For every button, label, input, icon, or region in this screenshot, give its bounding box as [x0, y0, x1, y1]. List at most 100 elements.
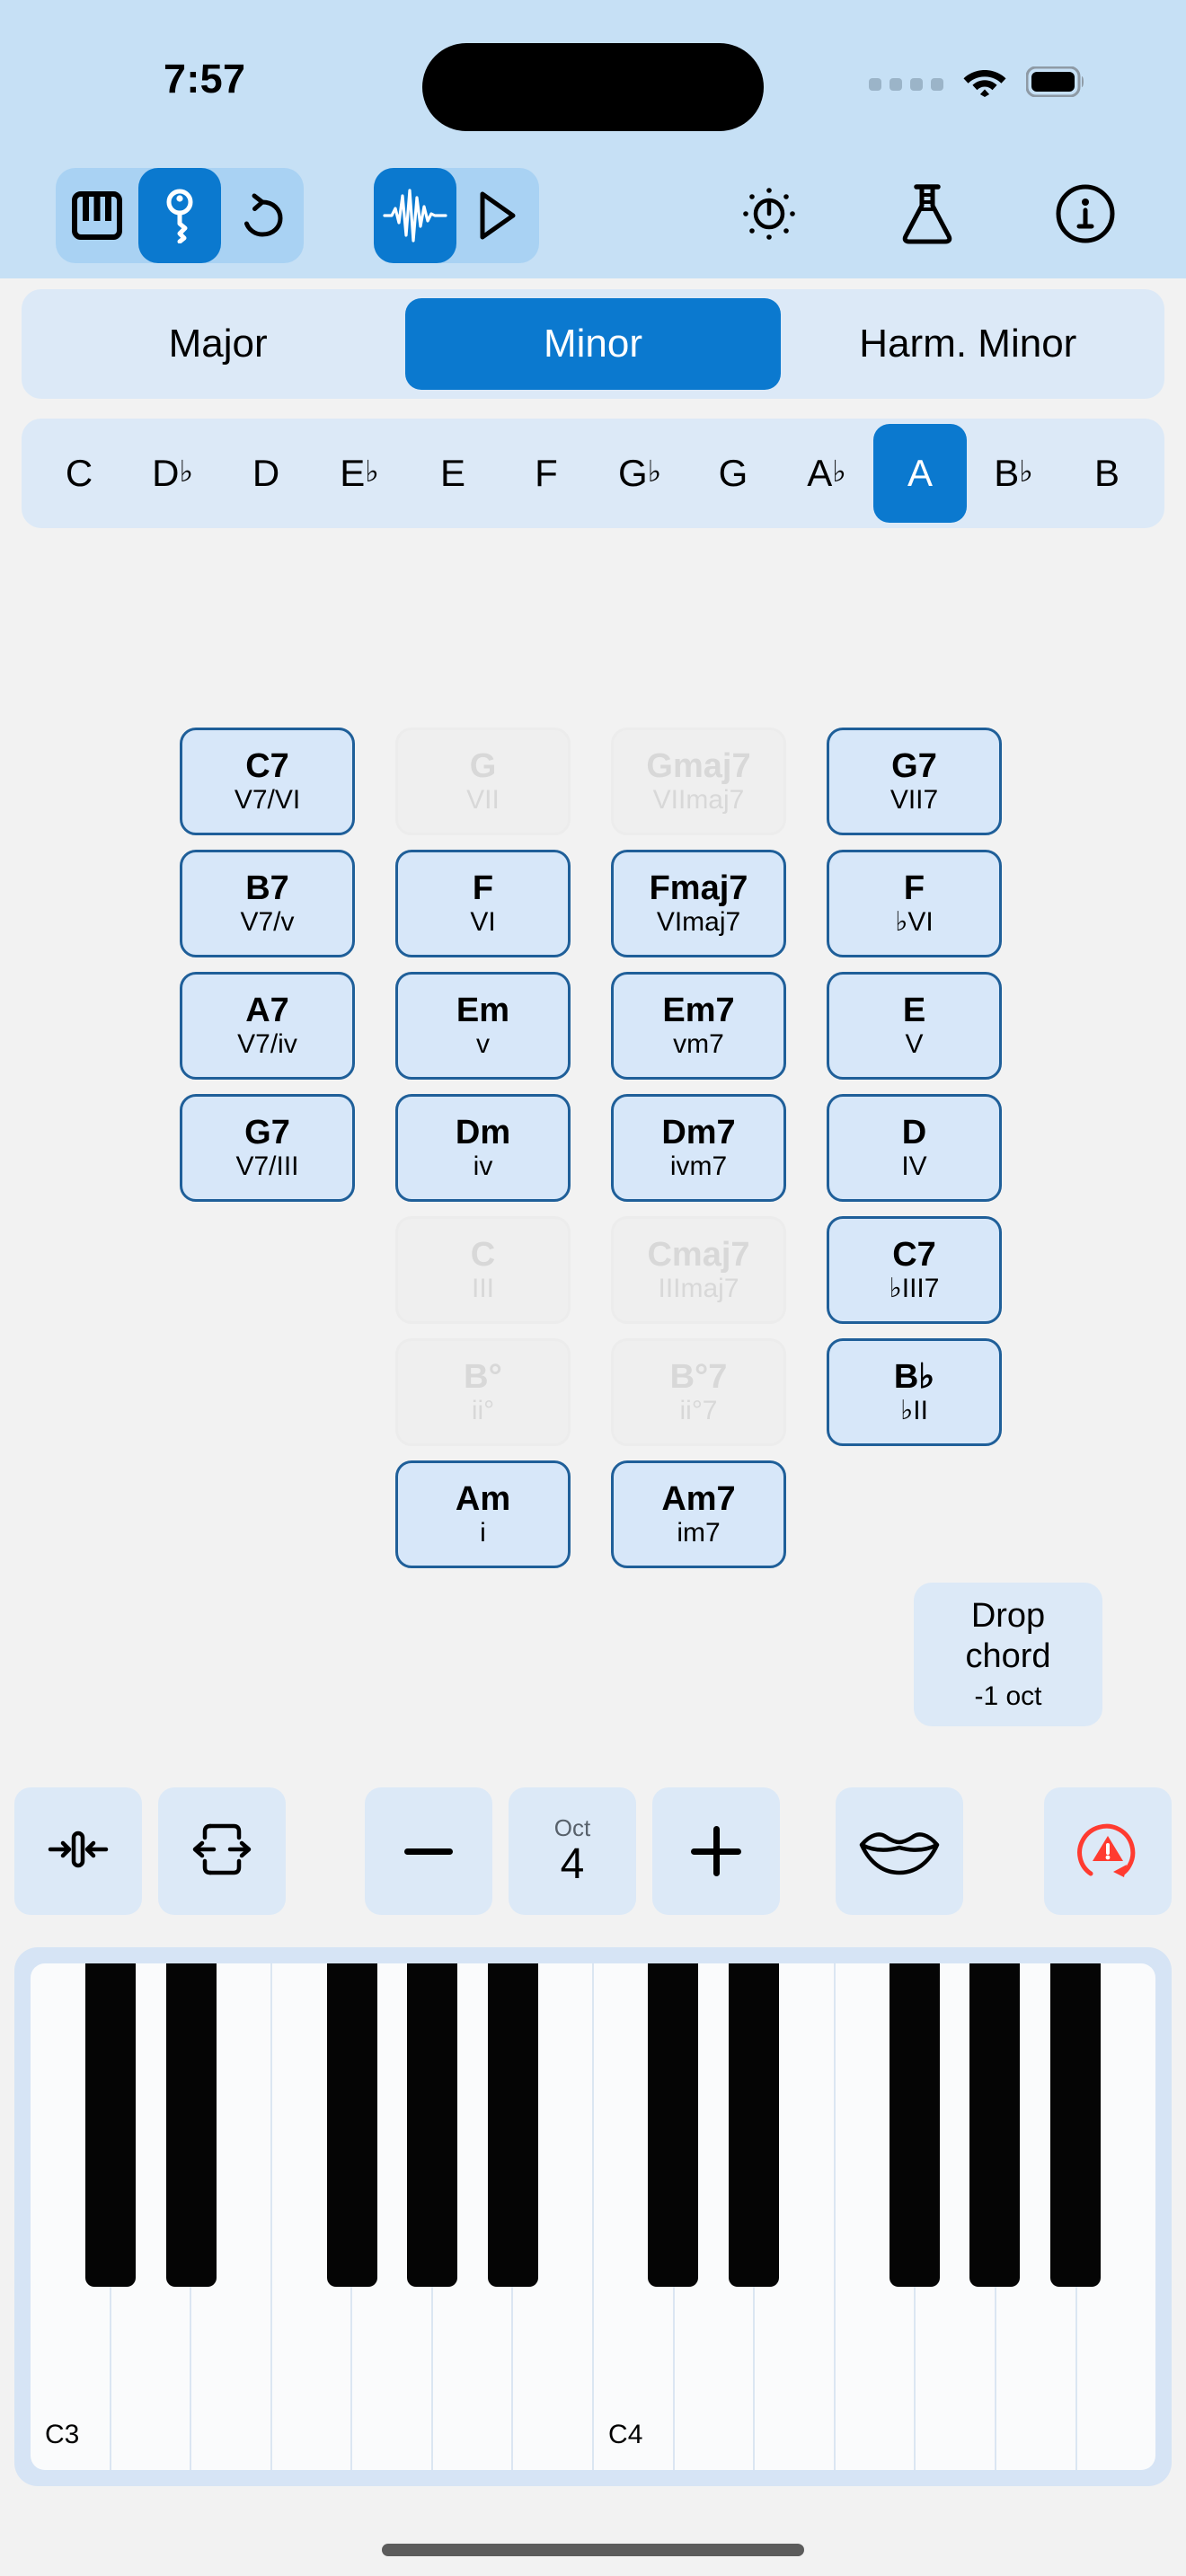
chord-degree: V [905, 1029, 924, 1059]
key-icon-button[interactable] [138, 168, 221, 263]
key-option-db[interactable]: D ♭ [126, 424, 219, 523]
chord-button[interactable]: G7 V7/III [180, 1094, 355, 1202]
key-option-bb[interactable]: B ♭ [967, 424, 1060, 523]
scale-option-major[interactable]: Major [31, 298, 405, 390]
key-option-g[interactable]: G [686, 424, 780, 523]
chord-degree: ii° [471, 1396, 495, 1425]
piano-black-key[interactable] [487, 1963, 538, 2287]
chord-degree: V7/v [240, 907, 295, 937]
piano-black-key[interactable] [85, 1963, 137, 2287]
piano-keys-icon-button[interactable] [56, 168, 138, 263]
chord-button[interactable]: Em7 vm7 [611, 972, 786, 1080]
scale-option-harm-minor[interactable]: Harm. Minor [781, 298, 1155, 390]
dynamic-island [422, 43, 764, 131]
vocal-lips-button[interactable] [836, 1787, 963, 1915]
waveform-icon-button[interactable] [374, 168, 456, 263]
chord-name: B° [464, 1358, 502, 1396]
chord-degree: VII7 [890, 785, 939, 815]
chord-button[interactable]: G7 VII7 [827, 728, 1002, 835]
chord-button[interactable]: A7 V7/iv [180, 972, 355, 1080]
piano-black-key[interactable] [728, 1963, 779, 2287]
play-icon [477, 190, 518, 241]
chord-name: C7 [245, 747, 289, 785]
chord-button[interactable]: D IV [827, 1094, 1002, 1202]
chord-degree: vm7 [673, 1029, 724, 1059]
key-option-d[interactable]: D [219, 424, 313, 523]
chord-cell-empty [180, 1216, 355, 1324]
chord-button[interactable]: B♭ ♭II [827, 1338, 1002, 1446]
key-accidental: ♭ [179, 454, 193, 488]
piano-black-key[interactable] [969, 1963, 1021, 2287]
piano-black-key[interactable] [407, 1963, 458, 2287]
key-option-e[interactable]: E [406, 424, 500, 523]
chord-name: Am [455, 1480, 511, 1518]
chord-button[interactable]: Dm iv [395, 1094, 571, 1202]
key-letter: D [152, 452, 180, 494]
chord-degree: VImaj7 [656, 907, 741, 937]
key-option-ab[interactable]: A ♭ [780, 424, 873, 523]
narrow-keys-button[interactable] [14, 1787, 142, 1915]
key-option-a[interactable]: A [873, 424, 967, 523]
chord-button[interactable]: Am7 im7 [611, 1460, 786, 1568]
chord-degree: ♭II [900, 1396, 928, 1425]
key-letter: B [994, 452, 1020, 494]
scale-option-minor[interactable]: Minor [405, 298, 781, 390]
piano-black-key[interactable] [889, 1963, 940, 2287]
chord-button[interactable]: Am i [395, 1460, 571, 1568]
octave-decrement-button[interactable] [365, 1787, 492, 1915]
chord-degree: VI [470, 907, 496, 937]
piano-keys-area: C3 C4 [31, 1963, 1156, 2470]
info-icon-button[interactable] [1040, 168, 1130, 263]
piano-black-key[interactable] [326, 1963, 377, 2287]
status-bar: 7:57 [0, 0, 1186, 153]
key-letter: B [1093, 452, 1120, 494]
wifi-icon [963, 66, 1006, 101]
chord-button[interactable]: B7 V7/v [180, 850, 355, 957]
drop-chord-target[interactable]: Drop chord -1 oct [914, 1583, 1102, 1726]
key-option-b[interactable]: B [1060, 424, 1154, 523]
battery-icon [1025, 66, 1085, 101]
flask-icon [899, 182, 955, 250]
undo-icon [237, 190, 288, 241]
piano-black-key[interactable] [1049, 1963, 1101, 2287]
chord-degree: ivm7 [669, 1151, 728, 1181]
key-letter: C [65, 452, 93, 494]
chord-degree: III [471, 1274, 494, 1303]
chord-button[interactable]: C7 V7/VI [180, 728, 355, 835]
piano-black-key[interactable] [648, 1963, 699, 2287]
chord-name: F [903, 869, 925, 907]
chord-button[interactable]: Em v [395, 972, 571, 1080]
key-option-f[interactable]: F [500, 424, 593, 523]
octave-label: Oct [553, 1814, 591, 1841]
chord-degree: V7/VI [234, 785, 301, 815]
play-icon-button[interactable] [456, 168, 539, 263]
piano-black-key[interactable] [165, 1963, 217, 2287]
octave-increment-button[interactable] [652, 1787, 780, 1915]
expand-keys-button[interactable] [158, 1787, 286, 1915]
piano-keys-icon [72, 191, 122, 240]
key-option-eb[interactable]: E ♭ [313, 424, 406, 523]
chord-button[interactable]: F ♭VI [827, 850, 1002, 957]
metronome-icon-button[interactable] [724, 168, 814, 263]
key-letter: G [718, 452, 748, 494]
flask-icon-button[interactable] [882, 168, 972, 263]
panic-reset-button[interactable] [1044, 1787, 1172, 1915]
undo-icon-button[interactable] [221, 168, 304, 263]
chord-button[interactable]: F VI [395, 850, 571, 957]
chord-button: B° ii° [395, 1338, 571, 1446]
chord-button[interactable]: C7 ♭III7 [827, 1216, 1002, 1324]
chord-name: Em [456, 992, 510, 1029]
chord-name: A7 [245, 992, 289, 1029]
chord-degree: V7/III [235, 1151, 299, 1181]
key-option-gb[interactable]: G ♭ [593, 424, 686, 523]
chord-button[interactable]: Dm7 ivm7 [611, 1094, 786, 1202]
key-option-c[interactable]: C [32, 424, 126, 523]
chord-name: C7 [892, 1236, 936, 1274]
home-indicator [382, 2544, 804, 2556]
octave-stepper[interactable]: Oct 4 [509, 1787, 636, 1915]
chord-name: Am7 [661, 1480, 736, 1518]
chord-button[interactable]: EV [827, 972, 1002, 1080]
chord-degree: iv [473, 1151, 493, 1181]
chord-name: Dm [455, 1114, 511, 1151]
chord-button[interactable]: Fmaj7 VImaj7 [611, 850, 786, 957]
